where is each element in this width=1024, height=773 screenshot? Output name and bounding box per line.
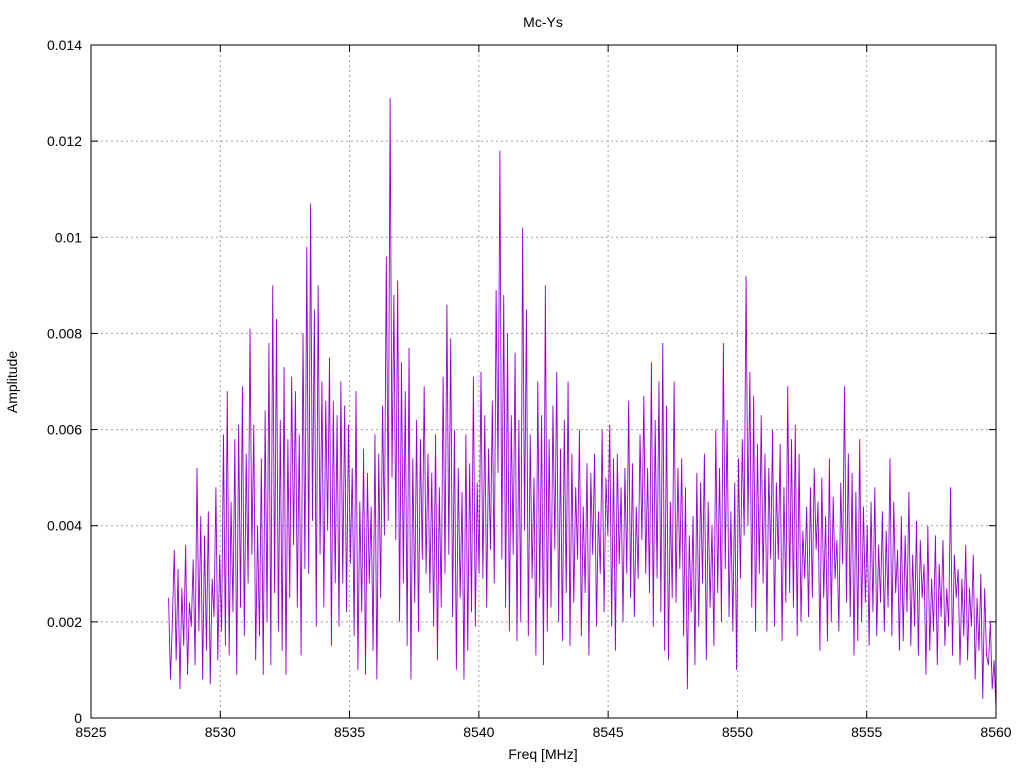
- x-tick-label: 8555: [851, 724, 882, 740]
- y-tick-label: 0.008: [47, 325, 82, 341]
- y-tick-label: 0.006: [47, 422, 82, 438]
- y-tick-label: 0.012: [47, 133, 82, 149]
- y-tick-label: 0.01: [55, 229, 82, 245]
- x-tick-label: 8530: [205, 724, 236, 740]
- y-tick-label: 0: [74, 710, 82, 726]
- x-tick-label: 8550: [722, 724, 753, 740]
- x-tick-label: 8535: [334, 724, 365, 740]
- x-tick-label: 8560: [980, 724, 1011, 740]
- line-chart: 8525 8530 8535 8540 8545 8550 8555 8560 0 0.002 0…: [0, 0, 1024, 768]
- y-tick-label: 0.014: [47, 37, 82, 53]
- x-tick-label: 8545: [593, 724, 624, 740]
- y-tick-label: 0.004: [47, 518, 82, 534]
- x-tick-label: 8540: [463, 724, 494, 740]
- chart-background: [0, 0, 1024, 768]
- y-axis-label: Amplitude: [4, 351, 20, 413]
- y-tick-label: 0.002: [47, 614, 82, 630]
- x-tick-label: 8525: [75, 724, 106, 740]
- x-axis-label: Freq [MHz]: [508, 746, 577, 762]
- chart-container: 8525 8530 8535 8540 8545 8550 8555 8560 0 0.002 0…: [0, 0, 1024, 768]
- chart-title: Mc-Ys: [523, 14, 563, 30]
